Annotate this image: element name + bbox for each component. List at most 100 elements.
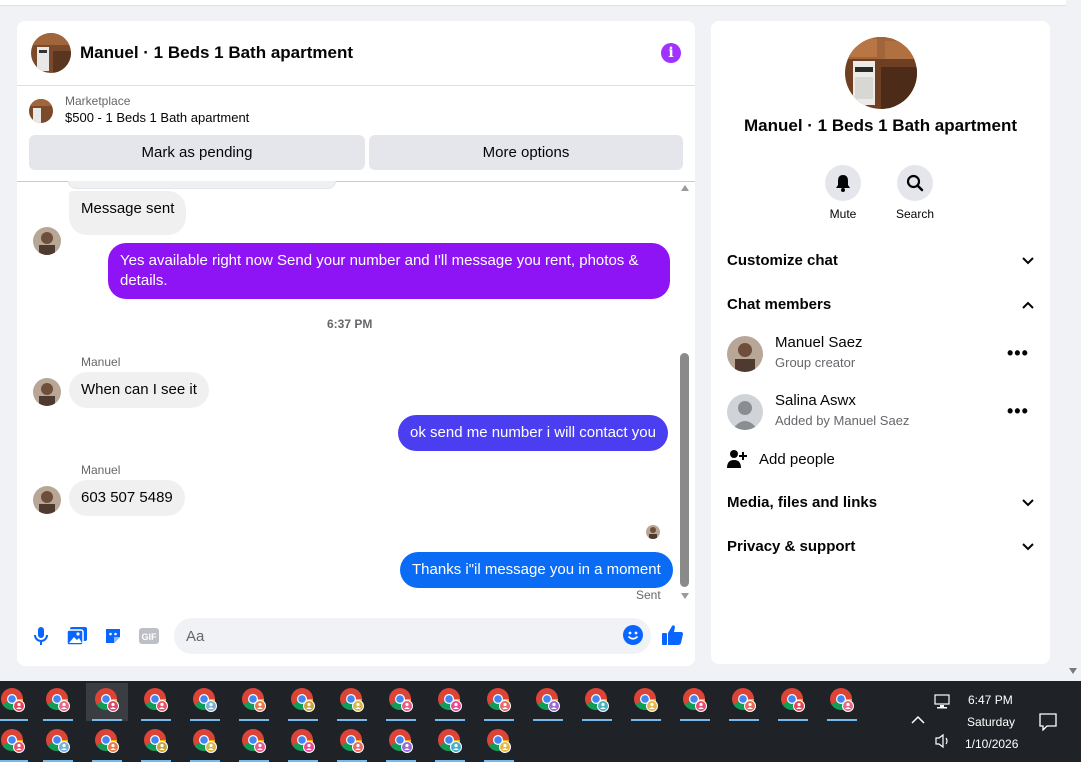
conversation-title[interactable]: Manuel · 1 Beds 1 Bath apartment: [80, 43, 661, 63]
sender-name: Manuel: [81, 355, 121, 369]
more-icon[interactable]: •••: [1007, 401, 1029, 422]
more-icon[interactable]: •••: [1007, 343, 1029, 364]
info-icon[interactable]: i: [661, 43, 681, 63]
message-scrollbar[interactable]: [678, 185, 692, 605]
chrome-icon: [142, 727, 170, 760]
media-files-links-label: Media, files and links: [727, 494, 878, 511]
message-bubble[interactable]: Yes available right now Send your number…: [108, 243, 670, 299]
customize-chat-label: Customize chat: [727, 252, 838, 269]
message-bubble[interactable]: 603 507 5489: [69, 480, 185, 516]
taskbar-browser-button[interactable]: [772, 683, 814, 721]
network-icon[interactable]: [934, 694, 952, 710]
message-input[interactable]: [174, 618, 651, 654]
clock-time[interactable]: 6:47 PM: [968, 693, 1013, 707]
scroll-up-arrow[interactable]: [681, 185, 689, 191]
taskbar-browser-button[interactable]: [478, 683, 520, 721]
taskbar-browser-button[interactable]: [478, 724, 520, 762]
search-button[interactable]: Search: [885, 165, 945, 221]
chrome-icon: [681, 686, 709, 719]
privacy-support-section[interactable]: Privacy & support: [727, 538, 1034, 555]
conversation-avatar[interactable]: [31, 33, 71, 73]
chat-members-section[interactable]: Chat members: [727, 296, 1034, 313]
bell-icon[interactable]: [825, 165, 861, 201]
taskbar-browser-button[interactable]: [0, 724, 34, 762]
media-files-links-section[interactable]: Media, files and links: [727, 494, 1034, 511]
taskbar-browser-button[interactable]: [527, 683, 569, 721]
taskbar-browser-button[interactable]: [331, 724, 373, 762]
taskbar-browser-button[interactable]: [576, 683, 618, 721]
chevron-up-icon[interactable]: [911, 715, 925, 724]
message-bubble[interactable]: ok send me number i will contact you: [398, 415, 668, 451]
member-avatar[interactable]: [727, 336, 763, 372]
taskbar-browser-button[interactable]: [282, 683, 324, 721]
chevron-down-icon: [1022, 256, 1034, 264]
marketplace-listing: Marketplace $500 - 1 Beds 1 Bath apartme…: [17, 86, 695, 182]
volume-icon[interactable]: [934, 733, 952, 749]
conversation-avatar-large[interactable]: [845, 37, 917, 109]
message-bubble[interactable]: Message sent: [69, 191, 187, 235]
member-name: Salina Aswx: [775, 392, 856, 409]
taskbar-browser-button[interactable]: [0, 683, 34, 721]
partial-message-bubble: [68, 181, 336, 189]
more-options-button[interactable]: More options: [369, 135, 683, 170]
taskbar-browser-button[interactable]: [135, 683, 177, 721]
gif-icon[interactable]: GIF: [139, 626, 159, 646]
page-scroll-down-arrow[interactable]: [1069, 668, 1077, 674]
taskbar-browser-button[interactable]: [380, 683, 422, 721]
taskbar-browser-button[interactable]: [184, 683, 226, 721]
chrome-icon: [485, 727, 513, 760]
taskbar-browser-button[interactable]: [429, 724, 471, 762]
taskbar-browser-button[interactable]: [184, 724, 226, 762]
member-row[interactable]: Manuel Saez Group creator •••: [727, 332, 1034, 376]
taskbar-browser-button[interactable]: [674, 683, 716, 721]
listing-title[interactable]: $500 - 1 Beds 1 Bath apartment: [65, 109, 249, 127]
microphone-icon[interactable]: [31, 626, 51, 646]
taskbar-browser-button[interactable]: [37, 683, 79, 721]
scroll-thumb[interactable]: [680, 353, 689, 587]
thumbs-up-icon[interactable]: [661, 623, 685, 647]
sender-avatar[interactable]: [33, 486, 61, 514]
search-icon[interactable]: [897, 165, 933, 201]
taskbar-browser-button[interactable]: [380, 724, 422, 762]
message-bubble[interactable]: When can I see it: [69, 372, 209, 408]
add-people-button[interactable]: Add people: [727, 449, 835, 469]
taskbar-browser-button[interactable]: [429, 683, 471, 721]
notification-icon[interactable]: [1039, 713, 1057, 731]
taskbar-browser-button[interactable]: [86, 683, 128, 721]
message-timestamp: 6:37 PM: [327, 317, 373, 331]
chrome-icon: [44, 727, 72, 760]
taskbar-browser-button[interactable]: [821, 683, 863, 721]
sender-avatar[interactable]: [33, 227, 61, 255]
taskbar-browser-button[interactable]: [331, 683, 373, 721]
clock-day[interactable]: Saturday: [967, 715, 1015, 729]
taskbar-browser-button[interactable]: [86, 724, 128, 762]
chrome-icon: [436, 727, 464, 760]
clock-date[interactable]: 1/10/2026: [965, 737, 1018, 751]
taskbar-browser-button[interactable]: [233, 724, 275, 762]
taskbar-browser-button[interactable]: [625, 683, 667, 721]
search-label: Search: [895, 207, 935, 221]
sender-avatar[interactable]: [33, 378, 61, 406]
photo-icon[interactable]: [67, 626, 87, 646]
emoji-icon[interactable]: [623, 625, 643, 645]
taskbar-browser-button[interactable]: [282, 724, 324, 762]
customize-chat-section[interactable]: Customize chat: [727, 252, 1034, 269]
taskbar-browser-button[interactable]: [37, 724, 79, 762]
chat-header: Manuel · 1 Beds 1 Bath apartment i: [17, 21, 695, 86]
add-person-icon: [727, 450, 747, 468]
taskbar-browser-button[interactable]: [233, 683, 275, 721]
member-avatar[interactable]: [727, 394, 763, 430]
member-role: Added by Manuel Saez: [775, 413, 910, 428]
mark-as-pending-button[interactable]: Mark as pending: [29, 135, 365, 170]
member-row[interactable]: Salina Aswx Added by Manuel Saez •••: [727, 390, 1034, 434]
mute-button[interactable]: Mute: [813, 165, 873, 221]
sticker-icon[interactable]: [103, 626, 123, 646]
listing-thumbnail[interactable]: [29, 98, 53, 123]
scroll-down-arrow[interactable]: [681, 593, 689, 599]
taskbar-browser-button[interactable]: [135, 724, 177, 762]
message-bubble[interactable]: Thanks i"il message you in a moment: [400, 552, 673, 588]
taskbar-browser-button[interactable]: [723, 683, 765, 721]
chrome-icon: [0, 727, 27, 760]
chrome-icon: [338, 727, 366, 760]
message-list: Message sent Yes available right now Sen…: [17, 181, 695, 608]
